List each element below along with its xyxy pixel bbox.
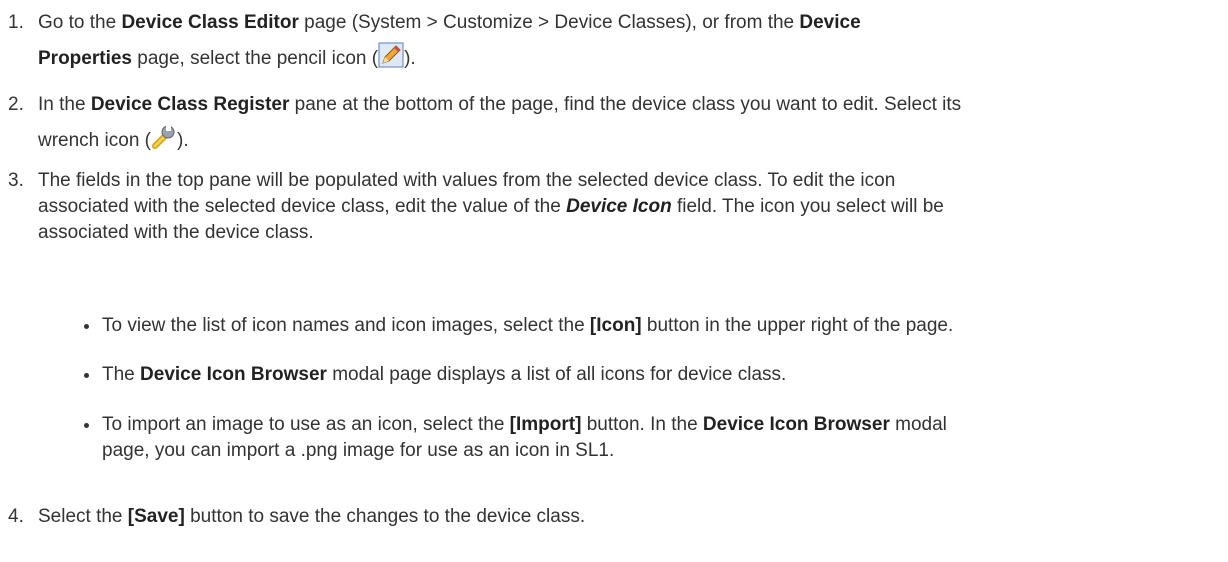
bullet-icon: [84, 373, 89, 378]
instructions: 1. Go to the Device Class Editor page (S…: [0, 0, 1228, 562]
step-number: 3.: [8, 170, 24, 191]
bullet-icon: [84, 324, 89, 329]
step-number: 1.: [8, 12, 24, 33]
pencil-icon: [378, 42, 404, 68]
bullet-icon: [84, 423, 89, 428]
step-number: 4.: [8, 506, 24, 527]
step-number: 2.: [8, 94, 24, 115]
wrench-icon: [152, 125, 175, 149]
